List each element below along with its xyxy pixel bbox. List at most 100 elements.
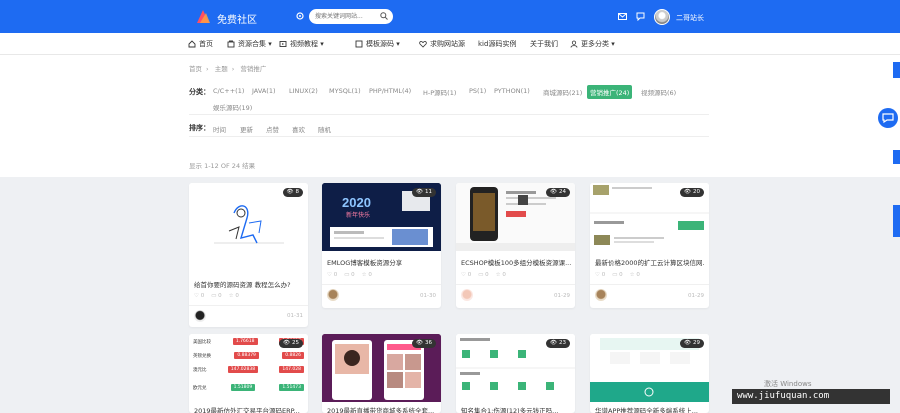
card-divider bbox=[189, 305, 308, 306]
site-name[interactable]: 免费社区 bbox=[217, 11, 257, 26]
sort-option-time[interactable]: 时间 bbox=[213, 124, 226, 134]
comment-icon: ▭ 0 bbox=[211, 293, 222, 299]
sort-option-random[interactable]: 随机 bbox=[318, 124, 331, 134]
notification-icon[interactable] bbox=[636, 12, 645, 21]
view-count-badge: 👁 20 bbox=[680, 188, 704, 197]
category-filter-php[interactable]: PHP/HTML(4) bbox=[369, 87, 411, 95]
author-avatar[interactable] bbox=[595, 289, 607, 301]
nav-item-kid[interactable]: kid源码实例 bbox=[478, 39, 516, 49]
post-date: 01-31 bbox=[287, 313, 303, 319]
post-card[interactable]: 👁 29 华谱APP推荐源码全新多端系统上... bbox=[590, 334, 709, 413]
view-count-badge: 👁 24 bbox=[546, 188, 570, 197]
rate-row: 欧元兑 1.51809 1.51473 bbox=[193, 383, 304, 392]
category-filter-mall[interactable]: 商城源码(21) bbox=[543, 87, 582, 97]
category-filter-python[interactable]: PYTHON(1) bbox=[494, 87, 530, 95]
mail-icon[interactable] bbox=[618, 13, 627, 20]
search-input[interactable] bbox=[315, 9, 377, 24]
post-card[interactable]: 👁 8 给首你要的源码资源 教程怎么办? ♡ 0 ▭ 0 ☆ 0 01-31 bbox=[189, 183, 308, 327]
category-filter-video[interactable]: 视频源码(6) bbox=[641, 87, 676, 97]
star-icon: ☆ 0 bbox=[361, 272, 372, 278]
logo-icon[interactable] bbox=[195, 9, 211, 24]
author-avatar[interactable] bbox=[461, 289, 473, 301]
rate-row: 澳元比 147.02838 147.028 bbox=[193, 365, 304, 374]
nav-item-templates[interactable]: 模板源码 ▾ bbox=[355, 39, 400, 49]
filter-panel: 首页 › 主题 › 营销推广 分类： C/C++(1) JAVA(1) LINUX(… bbox=[0, 55, 900, 177]
post-title[interactable]: 知名集合1:伤源(12)多元钱正吗... bbox=[461, 405, 571, 413]
code-icon bbox=[355, 40, 363, 48]
author-avatar[interactable] bbox=[327, 289, 339, 301]
heart-icon: ♡ 0 bbox=[327, 272, 338, 278]
result-count: 显示 1-12 OF 24 结果 bbox=[189, 162, 256, 170]
nav-item-video[interactable]: 视频教程 ▾ bbox=[279, 39, 324, 49]
side-toolbar-tab[interactable] bbox=[893, 205, 900, 237]
post-stats: ♡ 0 ▭ 0 ☆ 0 bbox=[461, 272, 506, 278]
main-nav: 首页 资源合集 ▾ 视频教程 ▾ 模板源码 ▾ 求购网站源 kid源码实例 关于… bbox=[0, 33, 900, 55]
sort-option-likes[interactable]: 点赞 bbox=[266, 124, 279, 134]
sort-option-update[interactable]: 更新 bbox=[240, 124, 253, 134]
post-title[interactable]: 2019最新直播带货商城多系统全套... bbox=[327, 405, 437, 413]
category-label: 分类： bbox=[189, 88, 210, 96]
post-card[interactable]: 👁 23 知名集合1:伤源(12)多元钱正吗... bbox=[456, 334, 575, 413]
rate-row: 英镑兑换 0.88379 0.8826 bbox=[193, 351, 304, 360]
post-title[interactable]: 2019最新仿外汇交易平台源码ERP... bbox=[194, 405, 304, 413]
side-toolbar-tab[interactable] bbox=[893, 62, 900, 78]
comment-icon: ▭ 0 bbox=[478, 272, 489, 278]
category-filter-marketing[interactable]: 营销推广(24) bbox=[587, 85, 633, 99]
post-stats: ♡ 0 ▭ 0 ☆ 0 bbox=[595, 272, 640, 278]
search-icon[interactable] bbox=[380, 12, 388, 20]
user-icon bbox=[570, 40, 578, 48]
nav-item-home[interactable]: 首页 bbox=[188, 39, 213, 49]
post-title[interactable]: 给首你要的源码资源 教程怎么办? bbox=[194, 279, 304, 289]
post-card[interactable]: 👁 36 2019最新直播带货商城多系统全套... bbox=[322, 334, 441, 413]
watermark: www.jiufuquan.com bbox=[732, 389, 890, 404]
nav-item-about[interactable]: 关于我们 bbox=[530, 39, 558, 49]
view-count-badge: 👁 29 bbox=[680, 339, 704, 348]
avatar[interactable] bbox=[654, 9, 670, 25]
eye-icon: 👁 bbox=[550, 340, 557, 346]
sort-option-favorites[interactable]: 喜欢 bbox=[292, 124, 305, 134]
post-card[interactable]: 👁 20 最新价格2000的扩工云计算区块信网... ♡ 0 ▭ 0 ☆ 0 01… bbox=[590, 183, 709, 308]
view-count-badge: 👁 11 bbox=[412, 188, 436, 197]
post-card[interactable]: 👁 24 ECSHOP模板100多组分模板资源课... ♡ 0 ▭ 0 ☆ 0 0… bbox=[456, 183, 575, 308]
home-icon bbox=[188, 40, 196, 48]
post-date: 01-30 bbox=[420, 293, 436, 299]
category-filter-hp[interactable]: H-P源码(1) bbox=[423, 87, 456, 97]
post-card[interactable]: 2020 新年快乐 👁 11 EMLOG博客模板资源分享 ♡ 0 ▭ 0 ☆ 0 … bbox=[322, 183, 441, 308]
breadcrumb-home[interactable]: 首页 bbox=[189, 65, 202, 73]
search-icon[interactable] bbox=[296, 12, 304, 20]
eye-icon: 👁 bbox=[684, 189, 691, 195]
eye-icon: 👁 bbox=[286, 189, 294, 195]
category-filter-entertainment[interactable]: 娱乐源码(19) bbox=[213, 102, 252, 112]
eye-icon: 👁 bbox=[684, 340, 691, 346]
post-stats: ♡ 0 ▭ 0 ☆ 0 bbox=[194, 293, 239, 299]
nav-item-request[interactable]: 求购网站源 bbox=[419, 39, 465, 49]
category-filter-ps[interactable]: PS(1) bbox=[469, 87, 486, 95]
category-filter-cpp[interactable]: C/C++(1) bbox=[213, 87, 244, 95]
breadcrumb-current: 营销推广 bbox=[240, 65, 267, 73]
heart-icon bbox=[419, 41, 427, 48]
post-title[interactable]: EMLOG博客模板资源分享 bbox=[327, 257, 437, 267]
side-toolbar-tab[interactable] bbox=[893, 150, 900, 164]
category-filter-java[interactable]: JAVA(1) bbox=[252, 87, 276, 95]
user-name[interactable]: 二哥站长 bbox=[676, 13, 704, 23]
eye-icon: 👁 bbox=[283, 340, 290, 346]
nav-item-more[interactable]: 更多分类 ▾ bbox=[570, 39, 615, 49]
comment-icon: ▭ 0 bbox=[344, 272, 355, 278]
breadcrumb-topic[interactable]: 主题 bbox=[215, 65, 228, 73]
category-filter-linux[interactable]: LINUX(2) bbox=[289, 87, 318, 95]
heart-icon: ♡ 0 bbox=[595, 272, 606, 278]
category-filter-mysql[interactable]: MYSQL(1) bbox=[329, 87, 361, 95]
post-title[interactable]: ECSHOP模板100多组分模板资源课... bbox=[461, 257, 571, 267]
sort-divider bbox=[189, 136, 709, 137]
nav-item-resources[interactable]: 资源合集 ▾ bbox=[227, 39, 272, 49]
star-icon: ☆ 0 bbox=[629, 272, 640, 278]
search-box[interactable] bbox=[309, 9, 393, 24]
post-card[interactable]: 美国比较1.766181.76627 英镑兑换0.883790.8826 澳元比… bbox=[189, 334, 308, 413]
post-date: 01-29 bbox=[688, 293, 704, 299]
post-title[interactable]: 最新价格2000的扩工云计算区块信网... bbox=[595, 257, 705, 267]
post-title[interactable]: 华谱APP推荐源码全新多端系统上... bbox=[595, 405, 705, 413]
customer-service-button[interactable] bbox=[878, 108, 898, 128]
author-avatar[interactable] bbox=[194, 310, 206, 322]
star-icon: ☆ 0 bbox=[228, 293, 239, 299]
sort-label: 排序： bbox=[189, 124, 210, 132]
